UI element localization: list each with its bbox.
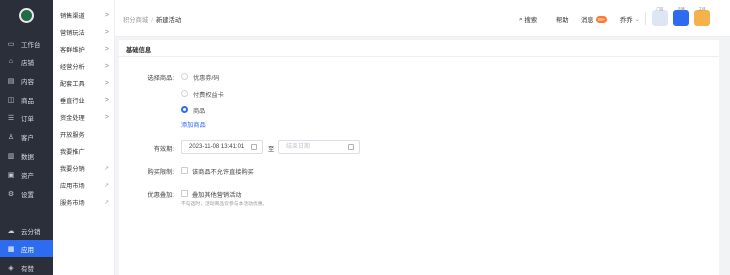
tile-shop[interactable]: 店铺 [673,7,689,26]
search-button[interactable]: ⌕ 搜索 [519,15,537,25]
help-button[interactable]: 帮助 [556,15,569,24]
sidebar-item-store[interactable]: ⌂ 店铺 [0,53,53,70]
calendar-icon [251,144,257,150]
subnav-item-analysis[interactable]: 经营分析 > [53,58,115,74]
radio-paid-card-label[interactable]: 付费权益卡 [193,90,224,99]
gear-icon: ⚙ [7,190,15,198]
subnav-item-tools[interactable]: 配套工具 > [53,75,115,91]
sidebar-item-content[interactable]: ▤ 内容 [0,72,53,89]
subnav-item-service-market[interactable]: 服务市场 ↗ [53,194,115,210]
document-icon: ▤ [7,77,15,85]
add-goods-link[interactable]: 添加商品 [181,120,206,129]
valid-period-label: 有效期: [153,146,174,153]
stack-checkbox[interactable] [181,190,188,197]
subnav-item-distribution[interactable]: 我要分销 ↗ [53,160,115,176]
subnav-item-customer-care[interactable]: 客群维护 > [53,41,115,57]
breadcrumb-separator: / [151,17,153,24]
chevron-right-icon: > [104,96,109,104]
app-subnav: 销售渠道 > 营销玩法 > 客群维护 > 经营分析 > 配套工具 > 垂直行业 > 资金处理… [53,0,115,275]
form-card: 基础信息 选择商品: 优惠券/码 付费权益卡 商品 添加商品 有效期: 2023… [119,40,719,275]
store-logo[interactable] [19,8,34,23]
sidebar-item-data[interactable]: ▥ 数据 [0,147,53,164]
external-link-icon: ↗ [103,165,109,172]
end-date-input[interactable]: 结束日期 [278,140,360,154]
sidebar-item-goods[interactable]: ◫ 商品 [0,91,53,108]
sidebar-item-orders[interactable]: ☰ 订单 [0,109,53,126]
bag-icon: ◫ [7,96,15,104]
discount-stack-label: 优惠叠加: [147,192,174,199]
chevron-right-icon: > [104,28,109,36]
subnav-item-promote[interactable]: 我要推广 [53,143,115,159]
sidebar-item-settings[interactable]: ⚙ 设置 [0,185,53,202]
main-sidebar: ▭ 工作台 ⌂ 店铺 ▤ 内容 ◫ 商品 ☰ 订单 ♙ 客户 ▥ 数据 ▣ 资产 ⚙ 设置 ☁ 云分… [0,0,53,275]
stack-hint: 不勾选时，活动商品仅参与本活动优惠。 [181,202,268,207]
radio-paid-card[interactable] [181,90,188,97]
radio-coupon-label[interactable]: 优惠券/码 [193,73,219,82]
chevron-right-icon: > [104,79,109,87]
store-icon: ⌂ [8,58,14,65]
subnav-item-open-service[interactable]: 开放服务 [53,126,115,142]
grid-icon: ▦ [7,245,15,253]
purchase-limit-label: 购买限制: [147,169,174,176]
chevron-down-icon: ⌄ [634,16,640,23]
subnav-item-sales-channel[interactable]: 销售渠道 > [53,7,115,23]
breadcrumb-current: 新建活动 [155,17,182,24]
chevron-right-icon: > [104,11,109,19]
user-menu[interactable]: 乔乔 ⌄ [620,15,640,24]
user-icon: ♙ [7,133,15,141]
sidebar-item-workbench[interactable]: ▭ 工作台 [0,35,53,52]
section-divider [119,56,719,57]
breadcrumb-parent[interactable]: 积分商城 [123,17,148,24]
subnav-item-app-market[interactable]: 应用市场 ↗ [53,177,115,193]
radio-goods[interactable] [181,106,188,113]
range-separator: 至 [268,146,275,153]
external-link-icon: ↗ [103,182,109,189]
chart-icon: ▥ [7,152,15,160]
subnav-item-vertical[interactable]: 垂直行业 > [53,92,115,108]
section-title: 基础信息 [126,47,152,54]
sidebar-item-apps[interactable]: ▦ 应用 [0,240,53,257]
cloud-icon: ☁ [7,227,15,235]
chevron-right-icon: > [104,62,109,70]
message-count-badge: 99+ [595,16,608,23]
monitor-icon: ▭ [7,40,15,48]
chevron-right-icon: > [104,45,109,53]
start-date-input[interactable]: 2023-11-08 13:41:01 [181,140,263,154]
subnav-item-funds[interactable]: 资金处理 > [53,109,115,125]
external-link-icon: ↗ [103,199,109,206]
stack-checkbox-label[interactable]: 叠加其他营销活动 [192,190,242,199]
sidebar-item-youzan[interactable]: ◈ 有赞 [0,259,53,275]
wallet-icon: ▣ [7,171,15,179]
subnav-item-marketing[interactable]: 营销玩法 > [53,24,115,40]
shop-icon: ◈ [8,264,14,272]
select-goods-label: 选择商品: [147,75,174,82]
tile-entity[interactable]: 主体 [694,7,710,26]
chevron-right-icon: > [104,113,109,121]
list-icon: ☰ [7,114,15,122]
limit-checkbox-label[interactable]: 该商品不允许直接购买 [192,167,254,176]
calendar-icon [348,144,354,150]
sidebar-item-assets[interactable]: ▣ 资产 [0,166,53,183]
tile-store-switch[interactable]: 门店 [652,7,668,26]
radio-goods-label[interactable]: 商品 [193,106,205,115]
top-header: 积分商城 / 新建活动 ⌕ 搜索 帮助 消息 99+ 乔乔 ⌄ 门店 店铺 主体 [115,0,730,37]
sidebar-item-cloud-distribution[interactable]: ☁ 云分销 [0,222,53,239]
search-icon: ⌕ [519,15,523,23]
messages-button[interactable]: 消息 99+ [581,15,608,24]
sidebar-item-customers[interactable]: ♙ 客户 [0,128,53,145]
limit-checkbox[interactable] [181,167,188,174]
header-divider [645,12,646,25]
breadcrumb: 积分商城 / 新建活动 [123,15,181,24]
radio-coupon[interactable] [181,73,188,80]
